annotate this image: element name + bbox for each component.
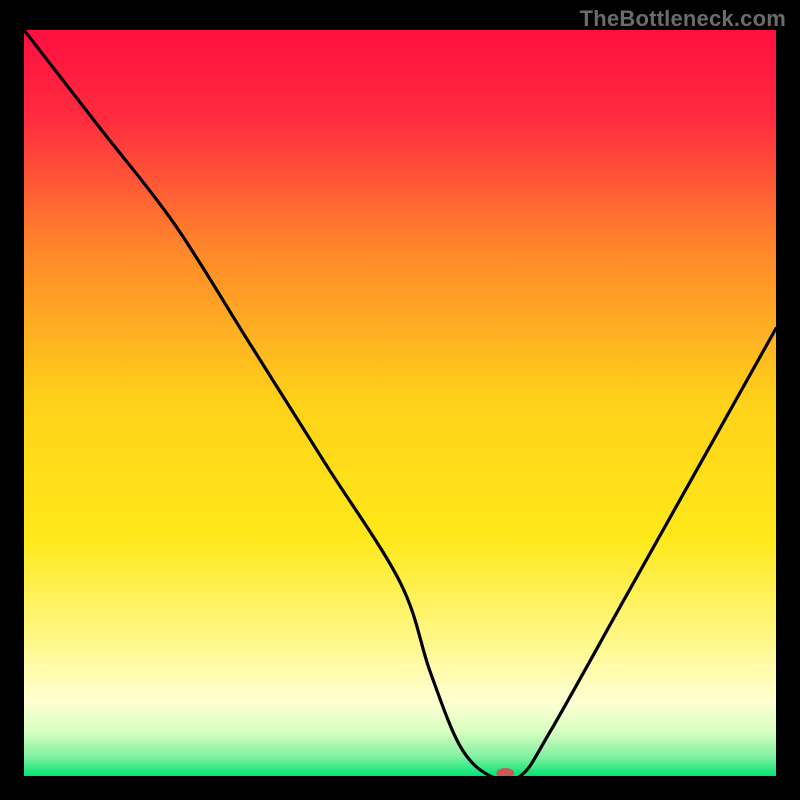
optimal-marker (496, 768, 514, 778)
bottleneck-chart: TheBottleneck.com (0, 0, 800, 800)
gradient-background (24, 30, 776, 776)
chart-canvas (0, 0, 800, 800)
watermark-text: TheBottleneck.com (580, 6, 786, 32)
